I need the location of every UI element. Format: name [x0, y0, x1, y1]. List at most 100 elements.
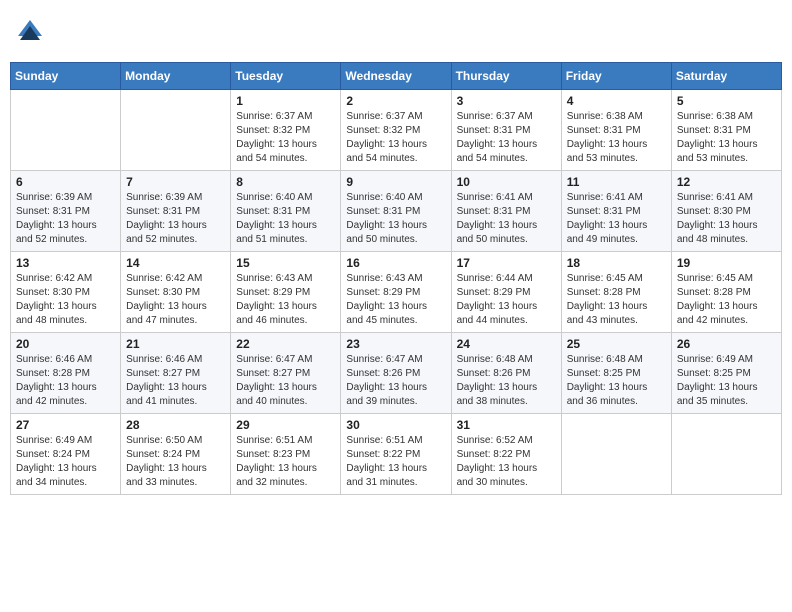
- calendar-cell: 20Sunrise: 6:46 AM Sunset: 8:28 PM Dayli…: [11, 333, 121, 414]
- day-number: 7: [126, 175, 225, 189]
- day-info: Sunrise: 6:37 AM Sunset: 8:32 PM Dayligh…: [346, 110, 445, 166]
- calendar-cell: [11, 90, 121, 171]
- day-number: 26: [677, 337, 776, 351]
- day-header-friday: Friday: [561, 63, 671, 90]
- day-info: Sunrise: 6:37 AM Sunset: 8:31 PM Dayligh…: [457, 110, 556, 166]
- day-info: Sunrise: 6:48 AM Sunset: 8:26 PM Dayligh…: [457, 353, 556, 409]
- calendar-cell: 5 Sunrise: 6:38 AM Sunset: 8:31 PM Daylig…: [671, 90, 781, 171]
- day-info: Sunrise: 6:41 AM Sunset: 8:31 PM Dayligh…: [567, 191, 666, 247]
- calendar-cell: [121, 90, 231, 171]
- calendar-cell: 2Sunrise: 6:37 AM Sunset: 8:32 PM Daylig…: [341, 90, 451, 171]
- day-number: 19: [677, 256, 776, 270]
- day-info: Sunrise: 6:38 AM Sunset: 8:31 PM Dayligh…: [567, 110, 666, 166]
- calendar-cell: 10Sunrise: 6:41 AM Sunset: 8:31 PM Dayli…: [451, 171, 561, 252]
- day-number: 31: [457, 418, 556, 432]
- calendar-cell: 22 Sunrise: 6:47 AM Sunset: 8:27 PM Dayli…: [231, 333, 341, 414]
- day-header-sunday: Sunday: [11, 63, 121, 90]
- calendar-cell: 4 Sunrise: 6:38 AM Sunset: 8:31 PM Daylig…: [561, 90, 671, 171]
- day-number: 20: [16, 337, 115, 351]
- day-number: 15: [236, 256, 335, 270]
- day-number: 8: [236, 175, 335, 189]
- day-number: 25: [567, 337, 666, 351]
- calendar-cell: 3 Sunrise: 6:37 AM Sunset: 8:31 PM Daylig…: [451, 90, 561, 171]
- day-number: 27: [16, 418, 115, 432]
- day-number: 16: [346, 256, 445, 270]
- day-info: Sunrise: 6:46 AM Sunset: 8:27 PM Dayligh…: [126, 353, 225, 409]
- day-info: Sunrise: 6:42 AM Sunset: 8:30 PM Dayligh…: [126, 272, 225, 328]
- calendar-week-5: 27 Sunrise: 6:49 AM Sunset: 8:24 PM Dayli…: [11, 414, 782, 495]
- day-info: Sunrise: 6:42 AM Sunset: 8:30 PM Dayligh…: [16, 272, 115, 328]
- day-header-tuesday: Tuesday: [231, 63, 341, 90]
- day-number: 22: [236, 337, 335, 351]
- calendar-cell: 24 Sunrise: 6:48 AM Sunset: 8:26 PM Dayli…: [451, 333, 561, 414]
- day-info: Sunrise: 6:48 AM Sunset: 8:25 PM Dayligh…: [567, 353, 666, 409]
- day-number: 23: [346, 337, 445, 351]
- day-number: 9: [346, 175, 445, 189]
- calendar-table: SundayMondayTuesdayWednesdayThursdayFrid…: [10, 62, 782, 495]
- calendar-cell: 11Sunrise: 6:41 AM Sunset: 8:31 PM Dayli…: [561, 171, 671, 252]
- day-number: 30: [346, 418, 445, 432]
- calendar-cell: 12 Sunrise: 6:41 AM Sunset: 8:30 PM Dayli…: [671, 171, 781, 252]
- day-info: Sunrise: 6:43 AM Sunset: 8:29 PM Dayligh…: [346, 272, 445, 328]
- day-info: Sunrise: 6:43 AM Sunset: 8:29 PM Dayligh…: [236, 272, 335, 328]
- day-header-wednesday: Wednesday: [341, 63, 451, 90]
- day-info: Sunrise: 6:39 AM Sunset: 8:31 PM Dayligh…: [16, 191, 115, 247]
- calendar-cell: 13 Sunrise: 6:42 AM Sunset: 8:30 PM Dayli…: [11, 252, 121, 333]
- day-number: 12: [677, 175, 776, 189]
- calendar-cell: 1Sunrise: 6:37 AM Sunset: 8:32 PM Daylig…: [231, 90, 341, 171]
- day-info: Sunrise: 6:45 AM Sunset: 8:28 PM Dayligh…: [677, 272, 776, 328]
- day-info: Sunrise: 6:49 AM Sunset: 8:25 PM Dayligh…: [677, 353, 776, 409]
- day-info: Sunrise: 6:49 AM Sunset: 8:24 PM Dayligh…: [16, 434, 115, 490]
- day-info: Sunrise: 6:40 AM Sunset: 8:31 PM Dayligh…: [346, 191, 445, 247]
- day-number: 5: [677, 94, 776, 108]
- day-info: Sunrise: 6:47 AM Sunset: 8:26 PM Dayligh…: [346, 353, 445, 409]
- day-header-thursday: Thursday: [451, 63, 561, 90]
- calendar-cell: [671, 414, 781, 495]
- day-info: Sunrise: 6:51 AM Sunset: 8:22 PM Dayligh…: [346, 434, 445, 490]
- day-header-monday: Monday: [121, 63, 231, 90]
- day-number: 21: [126, 337, 225, 351]
- day-info: Sunrise: 6:50 AM Sunset: 8:24 PM Dayligh…: [126, 434, 225, 490]
- calendar-cell: 29Sunrise: 6:51 AM Sunset: 8:23 PM Dayli…: [231, 414, 341, 495]
- day-number: 14: [126, 256, 225, 270]
- calendar-cell: 26 Sunrise: 6:49 AM Sunset: 8:25 PM Dayli…: [671, 333, 781, 414]
- day-info: Sunrise: 6:47 AM Sunset: 8:27 PM Dayligh…: [236, 353, 335, 409]
- calendar-cell: 17 Sunrise: 6:44 AM Sunset: 8:29 PM Dayli…: [451, 252, 561, 333]
- day-info: Sunrise: 6:41 AM Sunset: 8:31 PM Dayligh…: [457, 191, 556, 247]
- calendar-week-1: 1 Sunrise: 6:37 AM Sunset: 8:32 PM Daylig…: [11, 90, 782, 171]
- day-info: Sunrise: 6:40 AM Sunset: 8:31 PM Dayligh…: [236, 191, 335, 247]
- calendar-cell: 9 Sunrise: 6:40 AM Sunset: 8:31 PM Daylig…: [341, 171, 451, 252]
- calendar-cell: 15 Sunrise: 6:43 AM Sunset: 8:29 PM Dayli…: [231, 252, 341, 333]
- calendar-cell: 8 Sunrise: 6:40 AM Sunset: 8:31 PM Daylig…: [231, 171, 341, 252]
- day-info: Sunrise: 6:39 AM Sunset: 8:31 PM Dayligh…: [126, 191, 225, 247]
- day-info: Sunrise: 6:45 AM Sunset: 8:28 PM Dayligh…: [567, 272, 666, 328]
- logo-icon: [14, 16, 46, 48]
- day-number: 6: [16, 175, 115, 189]
- day-info: Sunrise: 6:44 AM Sunset: 8:29 PM Dayligh…: [457, 272, 556, 328]
- calendar-cell: 23 Sunrise: 6:47 AM Sunset: 8:26 PM Dayli…: [341, 333, 451, 414]
- calendar-cell: 21 Sunrise: 6:46 AM Sunset: 8:27 PM Dayli…: [121, 333, 231, 414]
- day-number: 3: [457, 94, 556, 108]
- page-header: [10, 10, 782, 54]
- day-info: Sunrise: 6:41 AM Sunset: 8:30 PM Dayligh…: [677, 191, 776, 247]
- calendar-week-4: 20Sunrise: 6:46 AM Sunset: 8:28 PM Dayli…: [11, 333, 782, 414]
- logo: [14, 16, 50, 48]
- calendar-cell: 18 Sunrise: 6:45 AM Sunset: 8:28 PM Dayli…: [561, 252, 671, 333]
- day-info: Sunrise: 6:52 AM Sunset: 8:22 PM Dayligh…: [457, 434, 556, 490]
- calendar-cell: 6 Sunrise: 6:39 AM Sunset: 8:31 PM Daylig…: [11, 171, 121, 252]
- day-number: 24: [457, 337, 556, 351]
- calendar-week-2: 6 Sunrise: 6:39 AM Sunset: 8:31 PM Daylig…: [11, 171, 782, 252]
- day-info: Sunrise: 6:38 AM Sunset: 8:31 PM Dayligh…: [677, 110, 776, 166]
- calendar-cell: 16 Sunrise: 6:43 AM Sunset: 8:29 PM Dayli…: [341, 252, 451, 333]
- calendar-cell: 30 Sunrise: 6:51 AM Sunset: 8:22 PM Dayli…: [341, 414, 451, 495]
- day-number: 4: [567, 94, 666, 108]
- calendar-cell: 31 Sunrise: 6:52 AM Sunset: 8:22 PM Dayli…: [451, 414, 561, 495]
- calendar-cell: 7 Sunrise: 6:39 AM Sunset: 8:31 PM Daylig…: [121, 171, 231, 252]
- calendar-header-row: SundayMondayTuesdayWednesdayThursdayFrid…: [11, 63, 782, 90]
- calendar-cell: 14 Sunrise: 6:42 AM Sunset: 8:30 PM Dayli…: [121, 252, 231, 333]
- day-number: 18: [567, 256, 666, 270]
- calendar-cell: 28Sunrise: 6:50 AM Sunset: 8:24 PM Dayli…: [121, 414, 231, 495]
- day-number: 13: [16, 256, 115, 270]
- day-number: 17: [457, 256, 556, 270]
- day-number: 1: [236, 94, 335, 108]
